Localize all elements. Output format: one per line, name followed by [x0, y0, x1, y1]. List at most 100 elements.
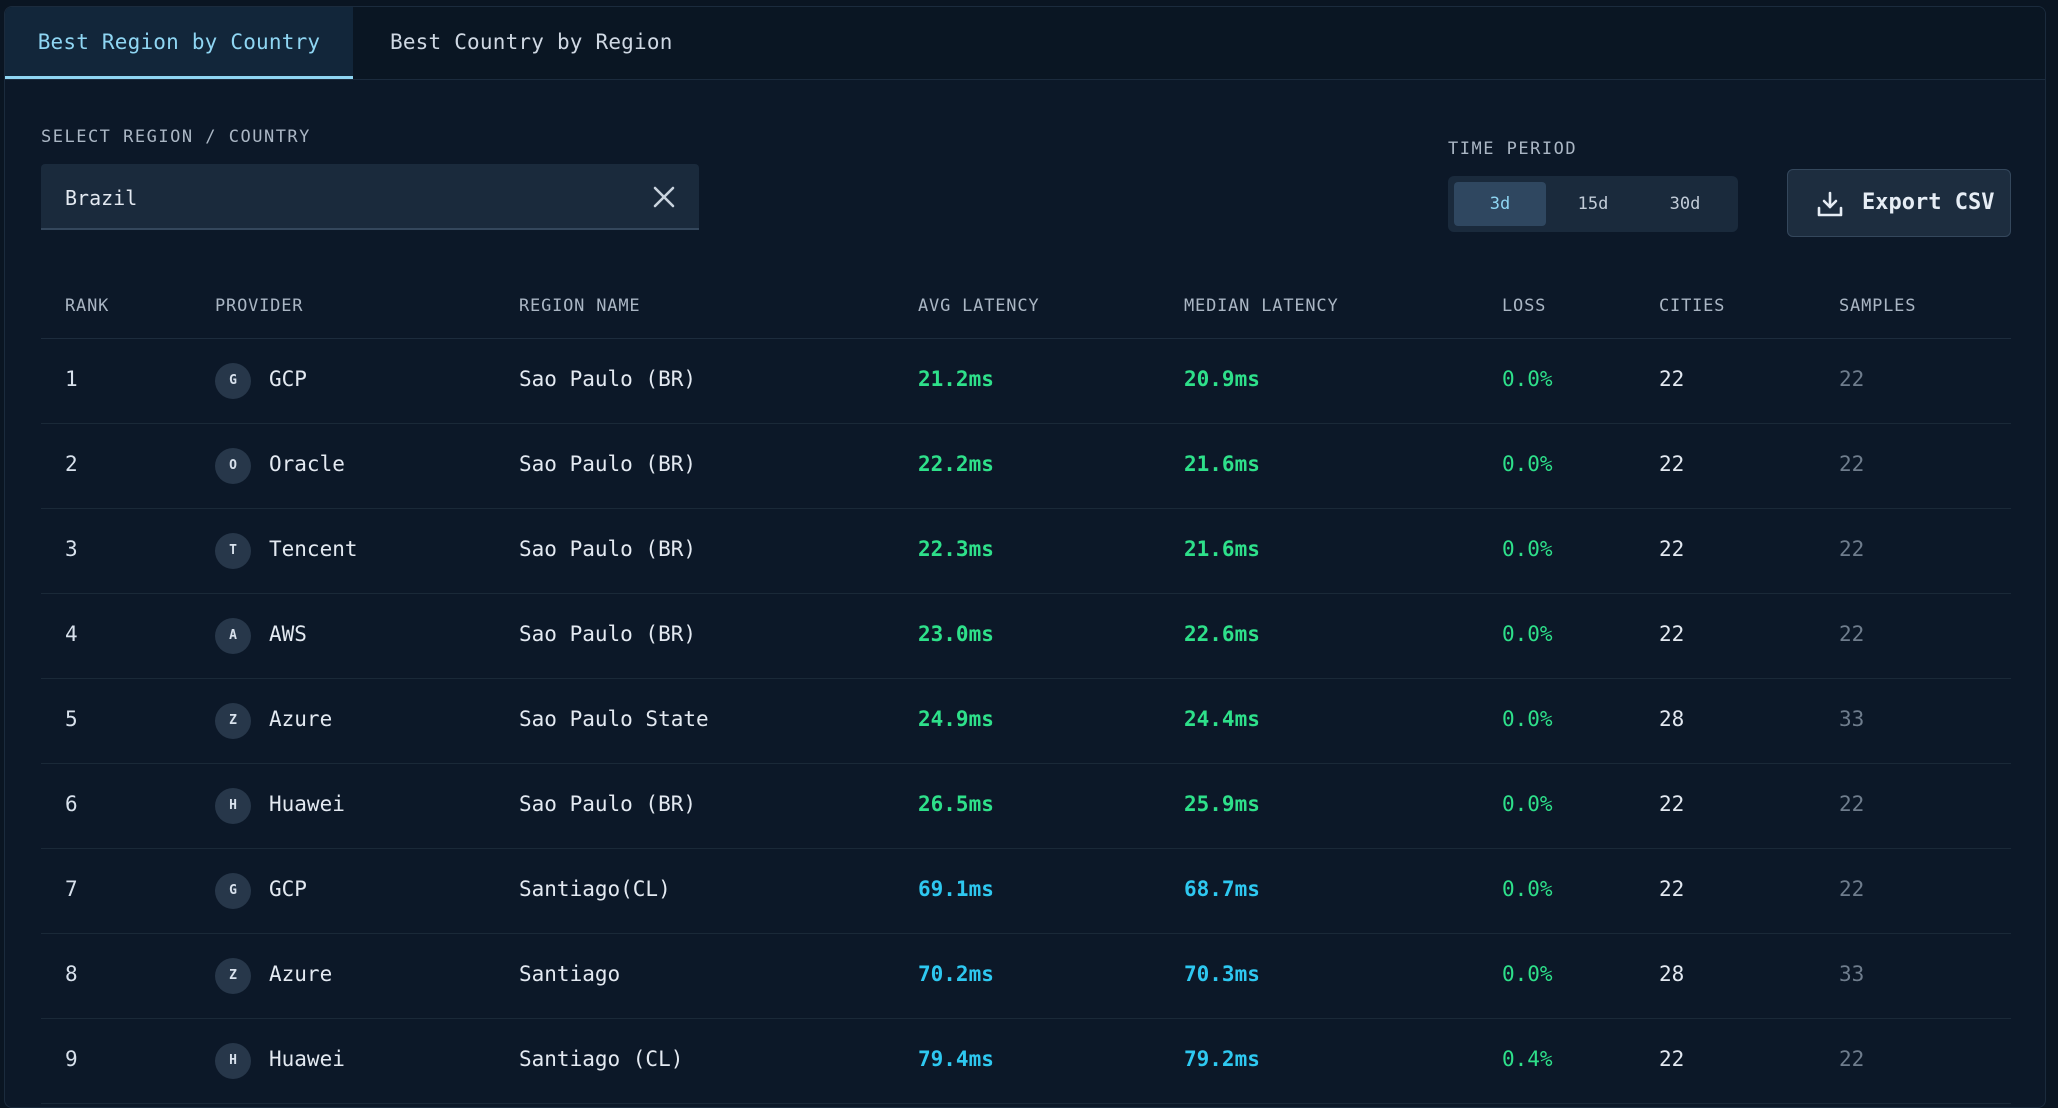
- loss-value: 0.4%: [1502, 1047, 1553, 1071]
- table-row[interactable]: 2 O Oracle Sao Paulo (BR) 22.2ms 21.6ms 0.0% 22…: [41, 424, 2011, 509]
- period-15d-button[interactable]: 15d: [1547, 182, 1639, 226]
- region-name: Sao Paulo (BR): [519, 792, 697, 816]
- region-select-label: SELECT REGION / COUNTRY: [41, 127, 311, 147]
- provider-badge-icon: H: [215, 1043, 251, 1079]
- provider-name: GCP: [269, 877, 307, 901]
- avg-latency: 70.2ms: [918, 962, 994, 986]
- provider-name: Oracle: [269, 452, 345, 476]
- tab-best-region-by-country[interactable]: Best Region by Country: [5, 7, 353, 79]
- provider-name: AWS: [269, 622, 307, 646]
- table-header: RANK PROVIDER REGION NAME AVG LATENCY ME…: [41, 272, 2011, 339]
- cities-count: 22: [1659, 452, 1685, 476]
- loss-value: 0.0%: [1502, 537, 1553, 561]
- table-row[interactable]: 5 Z Azure Sao Paulo State 24.9ms 24.4ms 0.0% 28…: [41, 679, 2011, 764]
- table-row[interactable]: 6 H Huawei Sao Paulo (BR) 26.5ms 25.9ms 0.0% 22…: [41, 764, 2011, 849]
- loss-value: 0.0%: [1502, 622, 1553, 646]
- cities-count: 22: [1659, 537, 1685, 561]
- avg-latency: 79.4ms: [918, 1047, 994, 1071]
- region-name: Sao Paulo State: [519, 707, 709, 731]
- table-row[interactable]: 3 T Tencent Sao Paulo (BR) 22.3ms 21.6ms 0.0% 2…: [41, 509, 2011, 594]
- header-avg-latency[interactable]: AVG LATENCY: [918, 296, 1039, 316]
- rank-cell: 6: [65, 792, 78, 816]
- avg-latency: 23.0ms: [918, 622, 994, 646]
- rank-cell: 4: [65, 622, 78, 646]
- rank-cell: 7: [65, 877, 78, 901]
- provider-name: Tencent: [269, 537, 358, 561]
- header-provider[interactable]: PROVIDER: [215, 296, 303, 316]
- header-region-name[interactable]: REGION NAME: [519, 296, 640, 316]
- period-30d-button[interactable]: 30d: [1639, 182, 1731, 226]
- header-rank[interactable]: RANK: [65, 296, 109, 316]
- export-csv-button[interactable]: Export CSV: [1787, 169, 2011, 237]
- provider-name: Huawei: [269, 792, 345, 816]
- cities-count: 22: [1659, 792, 1685, 816]
- provider-badge-icon: G: [215, 873, 251, 909]
- provider-badge-icon: T: [215, 533, 251, 569]
- median-latency: 20.9ms: [1184, 367, 1260, 391]
- cities-count: 22: [1659, 1047, 1685, 1071]
- provider-badge-icon: O: [215, 448, 251, 484]
- table-row[interactable]: 9 H Huawei Santiago (CL) 79.4ms 79.2ms 0.4% 22 2…: [41, 1019, 2011, 1104]
- table-row[interactable]: 4 A AWS Sao Paulo (BR) 23.0ms 22.6ms 0.0% 22 22: [41, 594, 2011, 679]
- loss-value: 0.0%: [1502, 962, 1553, 986]
- provider-name: Azure: [269, 962, 333, 986]
- loss-value: 0.0%: [1502, 707, 1553, 731]
- header-cities[interactable]: CITIES: [1659, 296, 1725, 316]
- tab-bar: Best Region by Country Best Country by R…: [5, 7, 2045, 80]
- median-latency: 24.4ms: [1184, 707, 1260, 731]
- cities-count: 28: [1659, 707, 1685, 731]
- rank-cell: 8: [65, 962, 78, 986]
- median-latency: 79.2ms: [1184, 1047, 1260, 1071]
- table-row[interactable]: 8 Z Azure Santiago 70.2ms 70.3ms 0.0% 28 33: [41, 934, 2011, 1019]
- rank-cell: 3: [65, 537, 78, 561]
- download-icon: [1817, 191, 1843, 217]
- avg-latency: 22.3ms: [918, 537, 994, 561]
- avg-latency: 22.2ms: [918, 452, 994, 476]
- region-name: Santiago: [519, 962, 621, 986]
- provider-badge-icon: G: [215, 363, 251, 399]
- provider-badge-icon: Z: [215, 703, 251, 739]
- samples-count: 22: [1839, 367, 1865, 391]
- median-latency: 68.7ms: [1184, 877, 1260, 901]
- samples-count: 22: [1839, 537, 1865, 561]
- header-median-latency[interactable]: MEDIAN LATENCY: [1184, 296, 1339, 316]
- provider-name: GCP: [269, 367, 307, 391]
- median-latency: 22.6ms: [1184, 622, 1260, 646]
- provider-badge-icon: A: [215, 618, 251, 654]
- region-name: Sao Paulo (BR): [519, 537, 697, 561]
- region-name: Santiago(CL): [519, 877, 671, 901]
- median-latency: 21.6ms: [1184, 452, 1260, 476]
- samples-count: 22: [1839, 622, 1865, 646]
- loss-value: 0.0%: [1502, 367, 1553, 391]
- tab-best-country-by-region[interactable]: Best Country by Region: [390, 7, 673, 79]
- results-table: RANK PROVIDER REGION NAME AVG LATENCY ME…: [41, 272, 2011, 1104]
- avg-latency: 24.9ms: [918, 707, 994, 731]
- provider-badge-icon: Z: [215, 958, 251, 994]
- close-icon[interactable]: [649, 182, 679, 212]
- provider-badge-icon: H: [215, 788, 251, 824]
- region-country-select[interactable]: Brazil: [41, 164, 699, 230]
- table-row[interactable]: 7 G GCP Santiago(CL) 69.1ms 68.7ms 0.0% 22 22: [41, 849, 2011, 934]
- cities-count: 22: [1659, 367, 1685, 391]
- median-latency: 70.3ms: [1184, 962, 1260, 986]
- table-row[interactable]: 1 G GCP Sao Paulo (BR) 21.2ms 20.9ms 0.0% 22 22: [41, 339, 2011, 424]
- header-samples[interactable]: SAMPLES: [1839, 296, 1916, 316]
- cities-count: 28: [1659, 962, 1685, 986]
- median-latency: 25.9ms: [1184, 792, 1260, 816]
- loss-value: 0.0%: [1502, 877, 1553, 901]
- samples-count: 22: [1839, 452, 1865, 476]
- cities-count: 22: [1659, 877, 1685, 901]
- latency-panel: Best Region by Country Best Country by R…: [4, 6, 2046, 1108]
- time-period-label: TIME PERIOD: [1448, 139, 1578, 159]
- header-loss[interactable]: LOSS: [1502, 296, 1546, 316]
- samples-count: 22: [1839, 1047, 1865, 1071]
- rank-cell: 1: [65, 367, 78, 391]
- period-3d-button[interactable]: 3d: [1454, 182, 1546, 226]
- region-select-value: Brazil: [65, 186, 138, 210]
- loss-value: 0.0%: [1502, 792, 1553, 816]
- median-latency: 21.6ms: [1184, 537, 1260, 561]
- samples-count: 33: [1839, 962, 1865, 986]
- time-period-toggle: 3d 15d 30d: [1448, 176, 1738, 232]
- loss-value: 0.0%: [1502, 452, 1553, 476]
- region-name: Sao Paulo (BR): [519, 452, 697, 476]
